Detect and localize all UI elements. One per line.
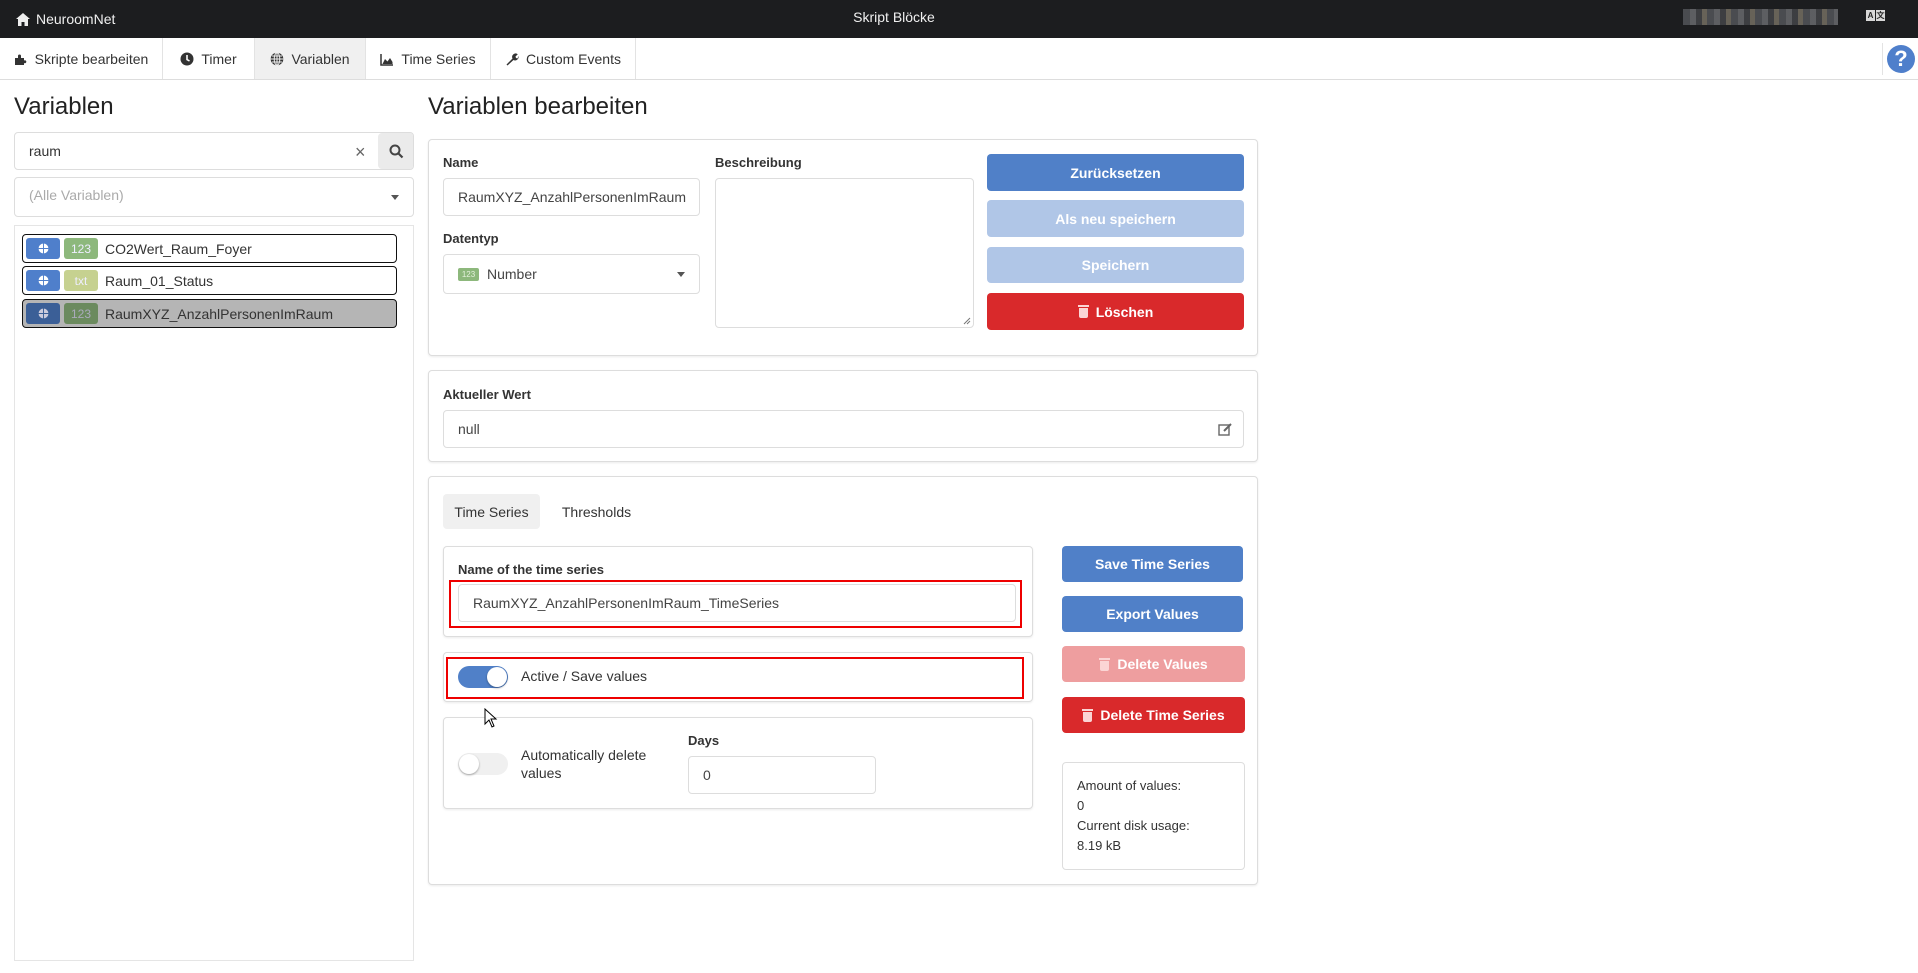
globe-icon — [271, 51, 284, 66]
type-badge: txt — [64, 270, 98, 291]
help-button[interactable]: ? — [1882, 43, 1915, 75]
export-values-button[interactable]: Export Values — [1062, 596, 1243, 632]
delete-time-series-button[interactable]: Delete Time Series — [1062, 697, 1245, 733]
resize-handle-icon[interactable] — [963, 317, 971, 325]
type-badge: 123 — [64, 303, 98, 324]
variables-heading: Variablen — [14, 93, 114, 120]
highlight-box — [449, 580, 1022, 628]
disk-usage-value: 8.19 kB — [1077, 838, 1122, 853]
top-bar: NeuroomNet Skript Blöcke A 文 — [0, 0, 1918, 38]
auto-delete-toggle[interactable] — [458, 753, 508, 775]
save-as-new-button[interactable]: Als neu speichern — [987, 200, 1244, 237]
search-input[interactable] — [15, 133, 377, 169]
tab-thresholds[interactable]: Thresholds — [549, 494, 644, 529]
search-button[interactable] — [378, 133, 413, 169]
user-name-blurred[interactable] — [1683, 9, 1838, 25]
question-icon: ? — [1887, 45, 1915, 73]
list-item[interactable]: 123 CO2Wert_Raum_Foyer — [22, 234, 397, 263]
mouse-cursor-icon — [484, 708, 498, 728]
save-button[interactable]: Speichern — [987, 247, 1244, 283]
delete-time-series-label: Delete Time Series — [1100, 707, 1225, 723]
disk-usage-label: Current disk usage: — [1077, 818, 1190, 833]
lang-icon-b: 文 — [1876, 10, 1885, 21]
variable-search: × — [14, 132, 414, 170]
current-value: null — [458, 421, 480, 437]
main-nav: Skripte bearbeiten Timer Variablen Time … — [0, 38, 1918, 80]
amount-value: 0 — [1077, 798, 1085, 813]
editor-heading: Variablen bearbeiten — [428, 93, 648, 120]
variable-name: RaumXYZ_AnzahlPersonenImRaum — [105, 305, 333, 322]
chevron-down-icon — [391, 195, 399, 200]
name-label: Name — [443, 155, 479, 170]
chevron-down-icon — [677, 272, 685, 277]
area-chart-icon — [380, 53, 394, 66]
search-icon — [389, 144, 404, 158]
wrench-icon — [506, 52, 519, 65]
globe-icon — [38, 308, 48, 319]
globe-icon — [38, 243, 48, 254]
ts-name-label: Name of the time series — [458, 562, 604, 577]
tab-variablen[interactable]: Variablen — [255, 38, 366, 79]
current-value-label: Aktueller Wert — [443, 387, 531, 402]
tab-time-series[interactable]: Time Series — [366, 38, 491, 79]
lang-icon-a: A — [1866, 10, 1875, 21]
tab-timer[interactable]: Timer — [163, 38, 255, 79]
save-time-series-button[interactable]: Save Time Series — [1062, 546, 1243, 582]
edit-icon[interactable] — [1218, 422, 1233, 437]
highlight-box — [446, 657, 1024, 699]
puzzle-icon — [14, 54, 27, 65]
variable-list: 123 CO2Wert_Raum_Foyer txt Raum_01_Statu… — [14, 225, 414, 961]
tab-label: Timer — [201, 50, 237, 67]
variable-details-card: Name RaumXYZ_AnzahlPersonenImRaum Datent… — [428, 139, 1258, 356]
filter-placeholder: (Alle Variablen) — [29, 187, 124, 203]
tab-skripte-bearbeiten[interactable]: Skripte bearbeiten — [0, 38, 163, 79]
datatype-select[interactable]: 123 Number — [443, 254, 700, 294]
page-title: Skript Blöcke — [853, 9, 935, 25]
language-switch[interactable]: A 文 — [1866, 10, 1885, 21]
current-value-card: Aktueller Wert null — [428, 370, 1258, 462]
list-item[interactable]: txt Raum_01_Status — [22, 266, 397, 295]
globe-icon — [38, 275, 48, 286]
trash-icon — [1082, 708, 1094, 722]
list-item-selected[interactable]: 123 RaumXYZ_AnzahlPersonenImRaum — [22, 299, 397, 328]
tab-time-series-inner[interactable]: Time Series — [443, 494, 540, 529]
ts-auto-delete-card: Automatically delete values Days 0 — [443, 717, 1033, 809]
type-badge: 123 — [64, 238, 98, 259]
time-series-card: Time Series Thresholds Name of the time … — [428, 476, 1258, 885]
name-input[interactable]: RaumXYZ_AnzahlPersonenImRaum — [443, 178, 700, 216]
tab-label: Variablen — [291, 50, 350, 67]
delete-values-button[interactable]: Delete Values — [1062, 646, 1245, 682]
variable-name: Raum_01_Status — [105, 272, 214, 289]
amount-label: Amount of values: — [1077, 778, 1182, 793]
description-label: Beschreibung — [715, 155, 802, 170]
trash-icon — [1077, 305, 1089, 318]
variable-filter-select[interactable]: (Alle Variablen) — [14, 177, 414, 217]
current-value-field: null — [443, 410, 1244, 448]
auto-delete-label: Automatically delete values — [521, 747, 647, 781]
globe-badge — [26, 303, 60, 324]
tab-label: Time Series — [401, 50, 476, 67]
number-type-badge: 123 — [458, 267, 479, 281]
datatype-value: Number — [487, 266, 537, 282]
time-series-info-box: Amount of values: 0 Current disk usage: … — [1062, 762, 1245, 870]
globe-badge — [26, 270, 60, 291]
globe-badge — [26, 238, 60, 259]
variable-name: CO2Wert_Raum_Foyer — [105, 240, 252, 257]
days-input[interactable]: 0 — [688, 756, 876, 794]
delete-label: Löschen — [1095, 303, 1154, 320]
clear-search-icon[interactable]: × — [355, 142, 366, 163]
tab-label: Custom Events — [526, 50, 621, 67]
datatype-label: Datentyp — [443, 231, 499, 246]
days-label: Days — [688, 733, 720, 748]
reset-button[interactable]: Zurücksetzen — [987, 154, 1244, 191]
delete-values-label: Delete Values — [1117, 656, 1208, 672]
delete-button[interactable]: Löschen — [987, 293, 1244, 330]
description-textarea[interactable] — [715, 178, 974, 328]
tab-label: Skripte bearbeiten — [34, 50, 149, 67]
tab-custom-events[interactable]: Custom Events — [491, 38, 636, 79]
clock-icon — [180, 52, 194, 65]
trash-icon — [1099, 657, 1111, 671]
